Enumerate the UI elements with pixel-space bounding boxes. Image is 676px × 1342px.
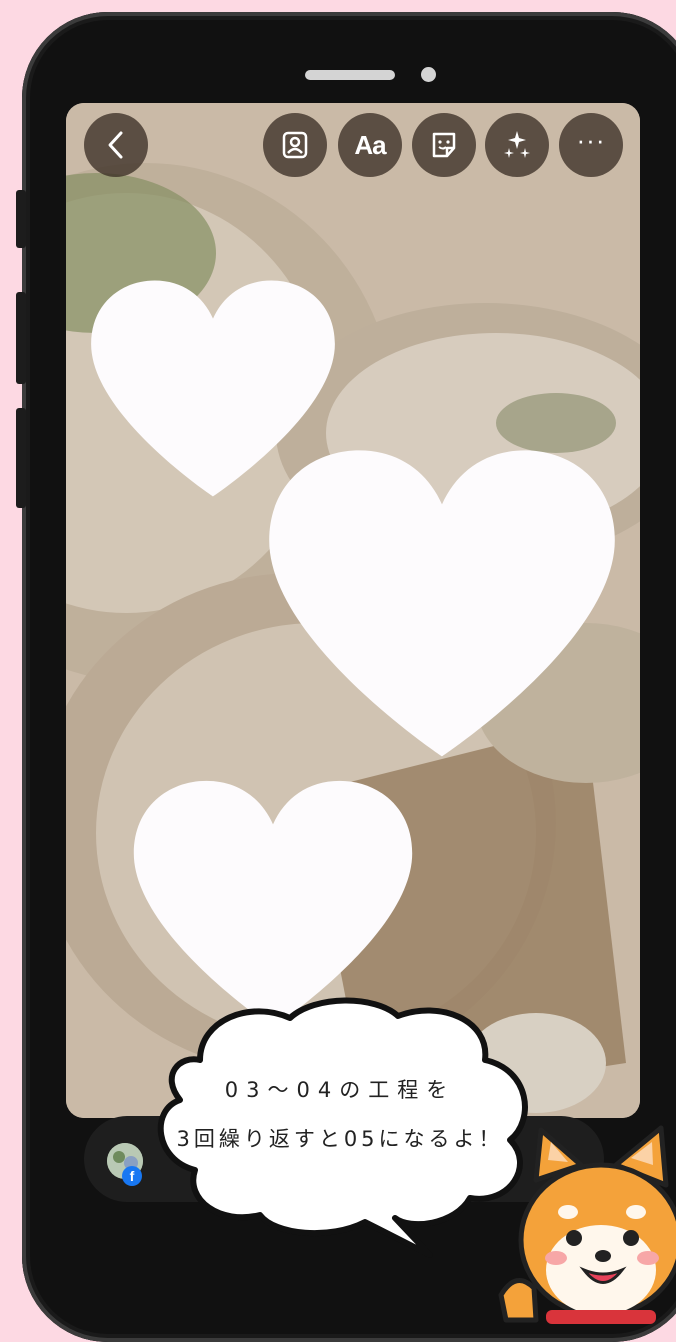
more-icon: ··· [576, 124, 606, 155]
callout-line-2: 3回繰り返すと05になるよ！ [176, 1127, 504, 1151]
heart-sticker-large[interactable] [262, 446, 622, 768]
more-button[interactable]: ··· [559, 113, 623, 177]
facebook-icon: f [122, 1166, 142, 1186]
sparkles-icon [504, 131, 530, 158]
portrait-button[interactable] [263, 113, 327, 177]
side-button-volume-up [16, 292, 26, 384]
phone-camera [421, 67, 436, 82]
sticker-button[interactable] [412, 113, 476, 177]
text-button[interactable]: Aa [338, 113, 402, 177]
back-button[interactable] [84, 113, 148, 177]
portrait-icon [282, 131, 308, 159]
effects-button[interactable] [485, 113, 549, 177]
side-button-volume-down [16, 408, 26, 508]
sticker-icon [432, 132, 456, 158]
phone-speaker [305, 70, 395, 80]
text-tool-label: Aa [354, 129, 386, 160]
chevron-left-icon [108, 131, 123, 159]
side-button-mute [16, 190, 26, 248]
shiba-mascot [498, 1125, 676, 1324]
callout-line-1: 03～04の工程を [224, 1078, 456, 1102]
